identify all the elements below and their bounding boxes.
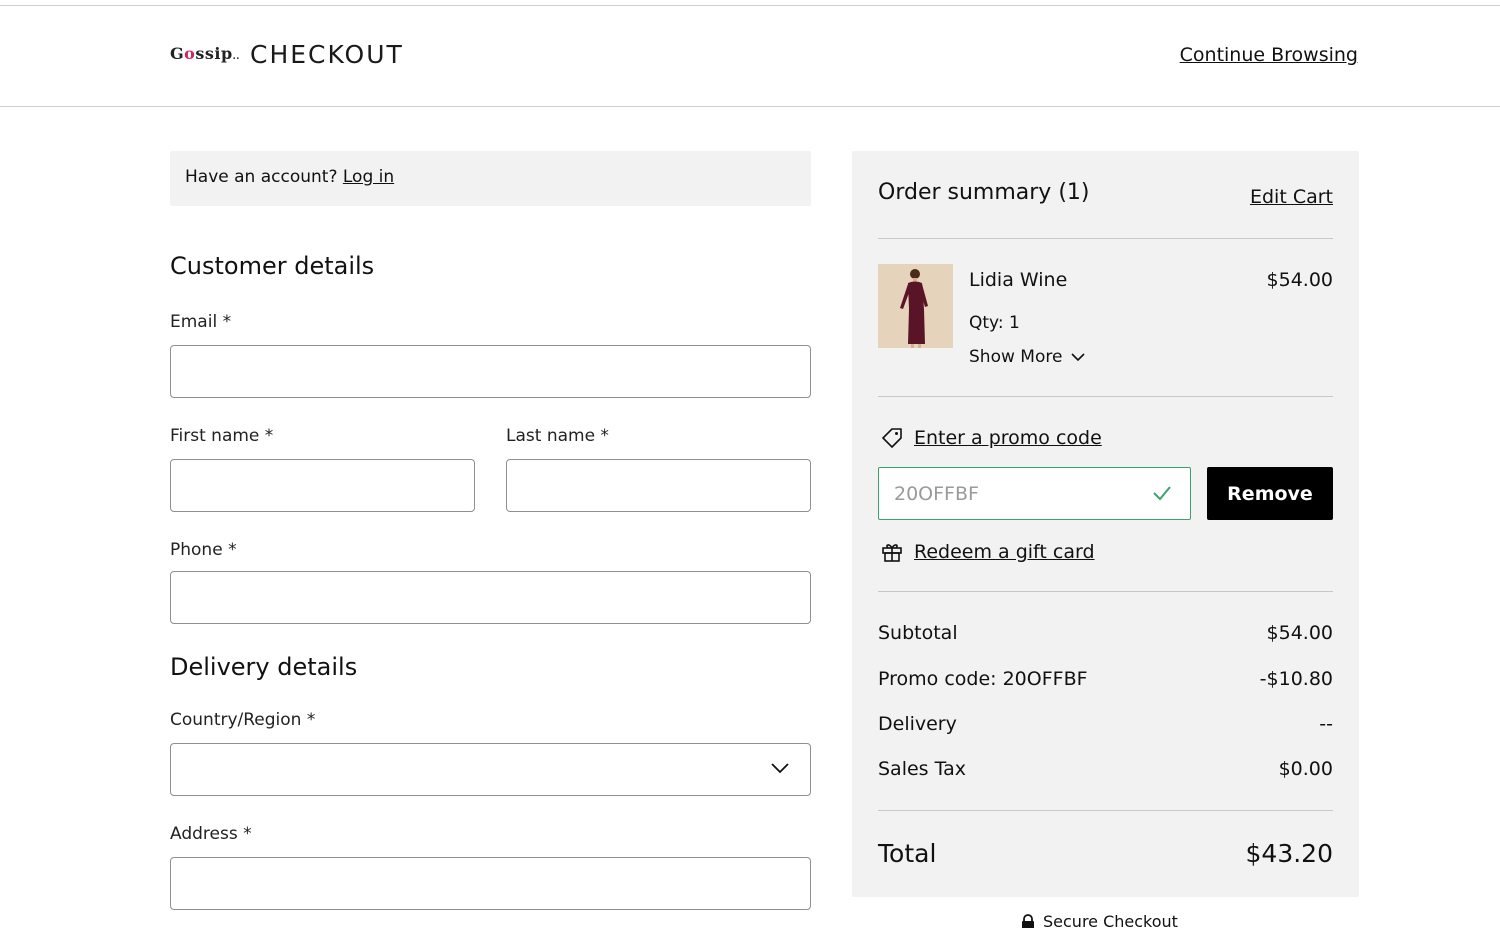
promo-discount-row: Promo code: 20OFFBF -$10.80 <box>878 668 1333 690</box>
account-prompt: Have an account? <box>185 167 338 187</box>
last-name-field[interactable] <box>506 459 811 512</box>
first-name-field[interactable] <box>170 459 475 512</box>
item-price: $54.00 <box>1266 269 1333 291</box>
summary-divider <box>878 238 1333 239</box>
tag-icon <box>882 428 902 448</box>
sales-tax-label: Sales Tax <box>878 758 966 780</box>
subtotal-value: $54.00 <box>1266 622 1333 644</box>
lock-icon <box>1022 913 1034 928</box>
country-label: Country/Region * <box>170 710 316 730</box>
address-field[interactable] <box>170 857 811 910</box>
subtotal-label: Subtotal <box>878 622 958 644</box>
header-divider <box>0 106 1500 107</box>
order-summary-title: Order summary (1) <box>878 180 1090 205</box>
phone-field[interactable] <box>170 571 811 624</box>
edit-cart-link[interactable]: Edit Cart <box>1250 186 1333 208</box>
total-row: Total $43.20 <box>878 839 1333 868</box>
email-label: Email * <box>170 312 232 332</box>
promo-discount-label: Promo code: 20OFFBF <box>878 668 1088 690</box>
gift-card-link-label: Redeem a gift card <box>914 541 1095 563</box>
show-more-label: Show More <box>969 347 1063 367</box>
summary-divider <box>878 591 1333 592</box>
delivery-details-title: Delivery details <box>170 653 358 681</box>
promo-code-input[interactable] <box>878 467 1191 520</box>
show-more-toggle[interactable]: Show More <box>969 347 1086 367</box>
promo-code-link[interactable]: Enter a promo code <box>880 426 1102 450</box>
page-title: CHECKOUT <box>250 40 404 69</box>
delivery-value: -- <box>1319 713 1333 735</box>
chevron-down-icon <box>1071 353 1085 362</box>
last-name-label: Last name * <box>506 426 609 446</box>
summary-divider <box>878 396 1333 397</box>
delivery-label: Delivery <box>878 713 957 735</box>
customer-details-title: Customer details <box>170 252 375 280</box>
dress-image-icon <box>878 264 953 348</box>
country-select[interactable] <box>170 743 811 796</box>
account-bar: Have an account? Log in <box>170 151 811 206</box>
secure-checkout-label: Secure Checkout <box>1043 912 1178 928</box>
delivery-row: Delivery -- <box>878 713 1333 735</box>
sales-tax-value: $0.00 <box>1278 758 1333 780</box>
subtotal-row: Subtotal $54.00 <box>878 622 1333 644</box>
item-name[interactable]: Lidia Wine <box>969 269 1067 291</box>
promo-code-link-label: Enter a promo code <box>914 427 1102 449</box>
remove-promo-button[interactable]: Remove <box>1207 467 1333 520</box>
first-name-label: First name * <box>170 426 274 446</box>
login-link[interactable]: Log in <box>343 167 394 187</box>
total-value: $43.20 <box>1245 839 1333 868</box>
address-label: Address * <box>170 824 252 844</box>
email-field[interactable] <box>170 345 811 398</box>
product-image[interactable] <box>878 264 953 348</box>
gift-icon <box>882 544 902 562</box>
top-border <box>0 5 1500 6</box>
phone-label: Phone * <box>170 540 237 560</box>
promo-discount-value: -$10.80 <box>1259 668 1333 690</box>
summary-divider <box>878 810 1333 811</box>
gift-card-link[interactable]: Redeem a gift card <box>880 540 1095 564</box>
store-logo[interactable]: Gossip.. <box>170 44 240 63</box>
order-summary-panel: Order summary (1) Edit Cart Lidia Wine $… <box>852 151 1359 897</box>
continue-browsing-link[interactable]: Continue Browsing <box>1180 44 1358 66</box>
check-icon <box>1153 486 1171 501</box>
chevron-down-icon <box>771 763 789 774</box>
secure-checkout: Secure Checkout <box>1021 912 1178 928</box>
sales-tax-row: Sales Tax $0.00 <box>878 758 1333 780</box>
item-qty: Qty: 1 <box>969 313 1020 333</box>
total-label: Total <box>878 839 937 868</box>
